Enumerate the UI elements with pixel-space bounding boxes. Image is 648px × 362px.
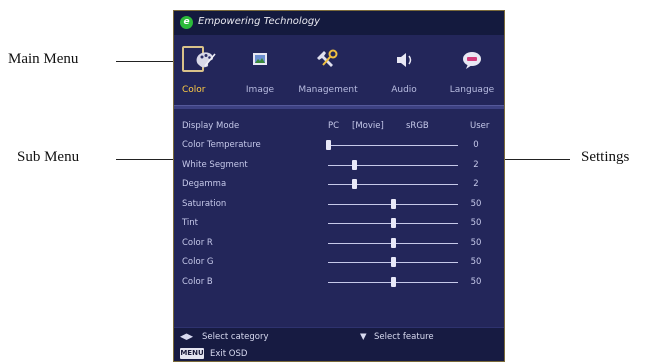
slider-value: 50 [470, 237, 482, 248]
sub-menu-callout: Sub Menu [17, 149, 80, 165]
slider-handle[interactable] [352, 159, 357, 170]
tab-language[interactable]: Language [440, 45, 504, 103]
slider-row[interactable]: Degamma 2 [174, 177, 504, 191]
settings-callout-line [500, 159, 570, 160]
slider-label: Saturation [182, 198, 227, 209]
main-menu-tabs: Color Image Management Audio Language [174, 45, 504, 103]
slider-row[interactable]: White Segment 2 [174, 158, 504, 172]
slider-track[interactable] [328, 184, 458, 185]
slider-handle[interactable] [391, 198, 396, 209]
slider-label: Degamma [182, 179, 227, 189]
slider-value: 0 [473, 140, 479, 150]
slider-handle[interactable] [391, 218, 396, 228]
select-feature-hint: Select feature [374, 332, 434, 342]
menu-divider [174, 105, 504, 109]
tab-management-label: Management [298, 85, 358, 95]
slider-handle[interactable] [391, 257, 396, 267]
speech-bubble-icon [463, 52, 481, 69]
slider-label: Color G [182, 257, 214, 267]
osd-panel: e Empowering Technology Color Image Mana… [173, 10, 505, 362]
slider-track[interactable] [328, 145, 458, 146]
down-arrow-icon: ▼ [360, 332, 367, 342]
mode-option-srgb[interactable]: sRGB [406, 121, 429, 131]
slider-row[interactable]: Tint 50 [174, 216, 504, 230]
display-mode-label: Display Mode [182, 121, 240, 131]
slider-handle[interactable] [326, 140, 331, 150]
slider-value: 2 [473, 159, 479, 170]
slider-label: Color Temperature [182, 140, 261, 150]
slider-value: 2 [473, 179, 479, 189]
mode-option-pc[interactable]: PC [328, 121, 339, 131]
slider-track[interactable] [328, 164, 458, 166]
slider-value: 50 [470, 218, 482, 228]
settings-callout: Settings [581, 149, 630, 165]
main-menu-callout-line [116, 61, 178, 62]
tab-image-label: Image [245, 85, 275, 95]
tab-image[interactable]: Image [228, 45, 292, 103]
slider-handle[interactable] [391, 237, 396, 248]
exit-osd-hint: Exit OSD [210, 349, 248, 359]
brand-title: Empowering Technology [198, 16, 321, 27]
slider-value: 50 [470, 198, 482, 209]
nav-arrows-icon: ◀▶ [180, 332, 194, 342]
tools-icon [317, 49, 338, 67]
brand-logo: e [180, 16, 193, 29]
palette-icon [196, 52, 216, 68]
tab-language-label: Language [449, 85, 495, 95]
main-menu-callout: Main Menu [8, 51, 79, 67]
mode-option-user[interactable]: User [470, 121, 489, 131]
mode-option-movie[interactable]: [Movie] [352, 121, 384, 131]
speaker-icon [397, 53, 412, 67]
slider-value: 50 [470, 257, 482, 267]
select-category-hint: Select category [202, 332, 269, 342]
slider-label: Color R [182, 237, 213, 248]
slider-row[interactable]: Color B 50 [174, 275, 504, 289]
slider-label: Color B [182, 276, 213, 287]
slider-value: 50 [470, 276, 482, 287]
tab-audio-label: Audio [391, 85, 417, 95]
slider-row[interactable]: Color Temperature 0 [174, 138, 504, 152]
tab-management[interactable]: Management [296, 45, 360, 103]
slider-row[interactable]: Color G 50 [174, 255, 504, 269]
osd-footer: ◀▶ Select category ▼ Select feature MENU… [174, 327, 504, 361]
slider-handle[interactable] [391, 276, 396, 287]
picture-icon [253, 53, 267, 65]
tab-audio[interactable]: Audio [372, 45, 436, 103]
slider-row[interactable]: Color R 50 [174, 236, 504, 250]
slider-handle[interactable] [352, 179, 357, 189]
slider-row[interactable]: Saturation 50 [174, 197, 504, 211]
slider-label: Tint [182, 218, 199, 228]
menu-key-icon: MENU [180, 348, 204, 359]
display-mode-row[interactable]: Display Mode PC [Movie] sRGB User [174, 119, 504, 133]
slider-label: White Segment [182, 159, 248, 170]
osd-header: e Empowering Technology [174, 11, 504, 35]
